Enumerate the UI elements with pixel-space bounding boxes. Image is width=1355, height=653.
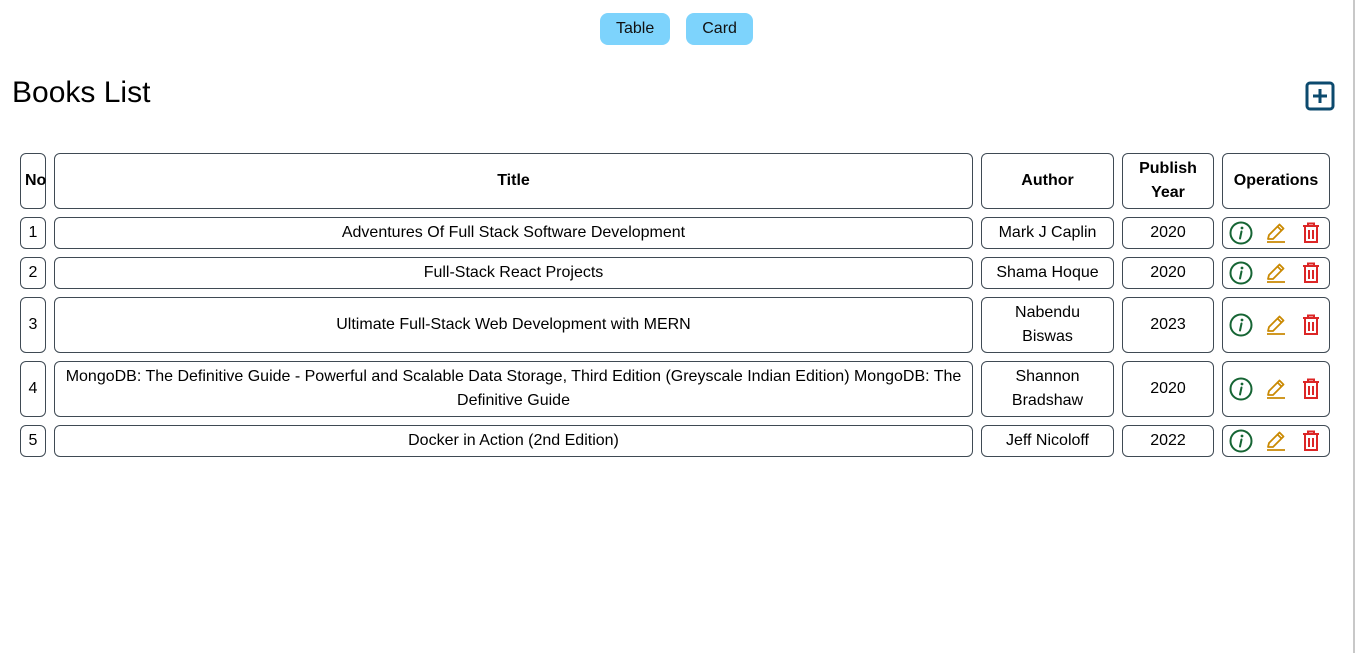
cell-no: 5	[20, 425, 46, 457]
info-icon[interactable]	[1228, 376, 1254, 402]
info-icon[interactable]	[1228, 260, 1254, 286]
card-view-button[interactable]: Card	[686, 13, 753, 45]
cell-no: 2	[20, 257, 46, 289]
page-title: Books List	[12, 76, 151, 109]
table-body: 1 Adventures Of Full Stack Software Devel…	[20, 217, 1330, 457]
header-author: Author	[981, 153, 1114, 209]
cell-operations	[1222, 217, 1330, 249]
view-toggle: Table Card	[600, 13, 753, 45]
cell-author: Shama Hoque	[981, 257, 1114, 289]
cell-operations	[1222, 257, 1330, 289]
cell-publish-year: 2023	[1122, 297, 1214, 353]
cell-operations	[1222, 425, 1330, 457]
header-operations: Operations	[1222, 153, 1330, 209]
cell-operations	[1222, 361, 1330, 417]
cell-title: Docker in Action (2nd Edition)	[54, 425, 973, 457]
cell-title: Full-Stack React Projects	[54, 257, 973, 289]
cell-no: 3	[20, 297, 46, 353]
header-no: No	[20, 153, 46, 209]
books-table: No Title Author Publish Year Operations …	[12, 145, 1338, 465]
table-row: 2 Full-Stack React Projects Shama Hoque 202…	[20, 257, 1330, 289]
delete-icon[interactable]	[1298, 428, 1324, 454]
operations-group	[1223, 428, 1329, 454]
cell-publish-year: 2020	[1122, 361, 1214, 417]
cell-title: Adventures Of Full Stack Software Develo…	[54, 217, 973, 249]
cell-title: Ultimate Full-Stack Web Development with…	[54, 297, 973, 353]
page: Table Card Books List No Title Author Pu…	[0, 0, 1355, 653]
header-title: Title	[54, 153, 973, 209]
cell-publish-year: 2022	[1122, 425, 1214, 457]
table-view-button[interactable]: Table	[600, 13, 671, 45]
operations-group	[1223, 260, 1329, 286]
cell-no: 4	[20, 361, 46, 417]
cell-author: Shannon Bradshaw	[981, 361, 1114, 417]
table-row: 1 Adventures Of Full Stack Software Devel…	[20, 217, 1330, 249]
operations-group	[1223, 312, 1329, 338]
delete-icon[interactable]	[1298, 260, 1324, 286]
operations-group	[1223, 376, 1329, 402]
edit-icon[interactable]	[1263, 376, 1289, 402]
add-book-button[interactable]	[1305, 81, 1335, 111]
info-icon[interactable]	[1228, 312, 1254, 338]
delete-icon[interactable]	[1298, 220, 1324, 246]
delete-icon[interactable]	[1298, 312, 1324, 338]
cell-publish-year: 2020	[1122, 217, 1214, 249]
cell-author: Jeff Nicoloff	[981, 425, 1114, 457]
info-icon[interactable]	[1228, 428, 1254, 454]
cell-author: Mark J Caplin	[981, 217, 1114, 249]
table-header-row: No Title Author Publish Year Operations	[20, 153, 1330, 209]
cell-publish-year: 2020	[1122, 257, 1214, 289]
table-row: 3 Ultimate Full-Stack Web Development wit…	[20, 297, 1330, 353]
cell-author: Nabendu Biswas	[981, 297, 1114, 353]
header-publish-year: Publish Year	[1122, 153, 1214, 209]
edit-icon[interactable]	[1263, 260, 1289, 286]
edit-icon[interactable]	[1263, 428, 1289, 454]
cell-no: 1	[20, 217, 46, 249]
cell-title: MongoDB: The Definitive Guide - Powerful…	[54, 361, 973, 417]
operations-group	[1223, 220, 1329, 246]
cell-operations	[1222, 297, 1330, 353]
table-row: 4 MongoDB: The Definitive Guide - Powerfu…	[20, 361, 1330, 417]
plus-square-icon	[1305, 81, 1335, 111]
info-icon[interactable]	[1228, 220, 1254, 246]
edit-icon[interactable]	[1263, 312, 1289, 338]
edit-icon[interactable]	[1263, 220, 1289, 246]
delete-icon[interactable]	[1298, 376, 1324, 402]
table-row: 5 Docker in Action (2nd Edition) Jeff Nico…	[20, 425, 1330, 457]
